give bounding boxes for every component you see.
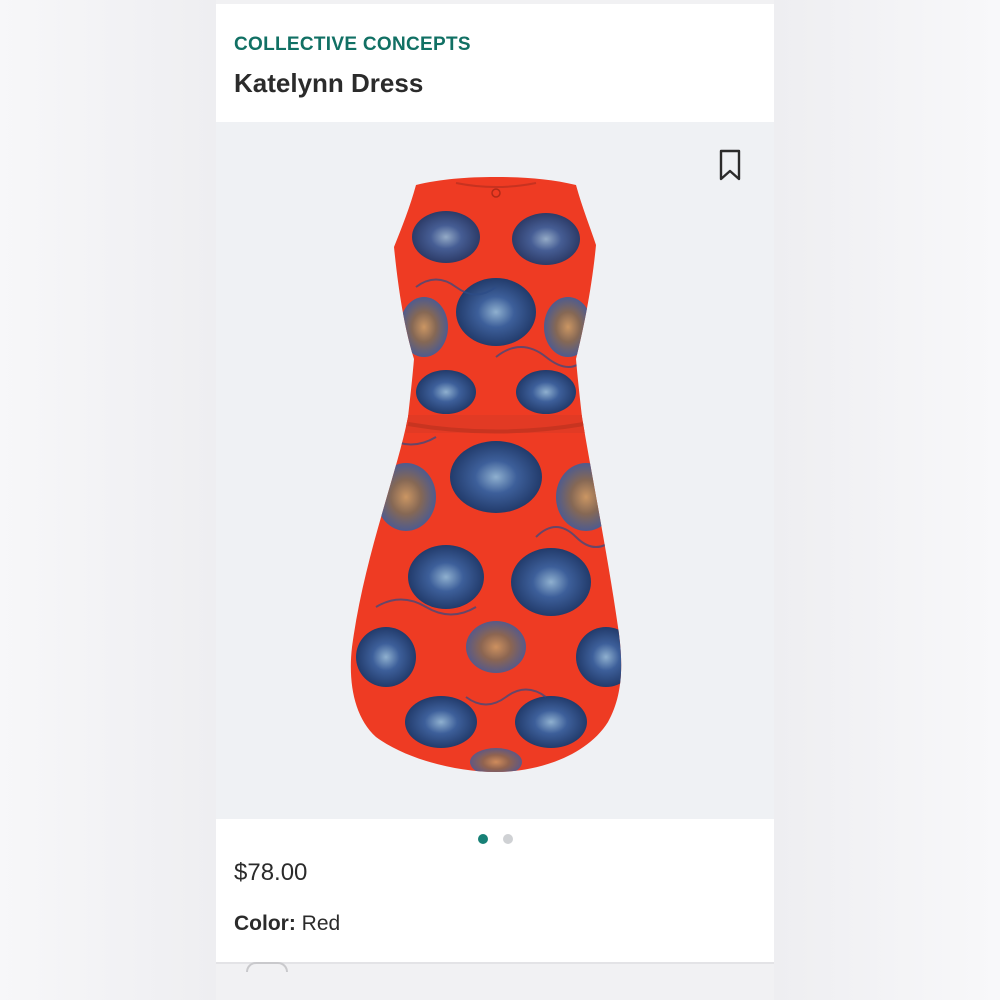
carousel-dot-2[interactable] (503, 834, 513, 844)
product-price: $78.00 (234, 859, 308, 886)
brand-name[interactable]: COLLECTIVE CONCEPTS (234, 34, 471, 56)
product-card: COLLECTIVE CONCEPTS Katelynn Dress $78.0… (216, 4, 774, 964)
product-title: Katelynn Dress (234, 68, 424, 98)
color-value: Red (301, 912, 341, 935)
color-info: Color: Red (234, 912, 340, 936)
page-background-left (0, 0, 216, 1000)
product-image-carousel[interactable] (216, 122, 774, 819)
product-header: COLLECTIVE CONCEPTS Katelynn Dress (216, 4, 774, 122)
dress-product-image (350, 177, 622, 772)
carousel-dot-1[interactable] (478, 834, 488, 844)
card-bottom-divider (216, 962, 774, 964)
color-swatch-partial[interactable] (246, 962, 288, 972)
color-label: Color: (234, 912, 296, 935)
carousel-pagination (216, 828, 774, 848)
page-background-right (774, 0, 1000, 1000)
bookmark-icon[interactable] (716, 148, 744, 182)
